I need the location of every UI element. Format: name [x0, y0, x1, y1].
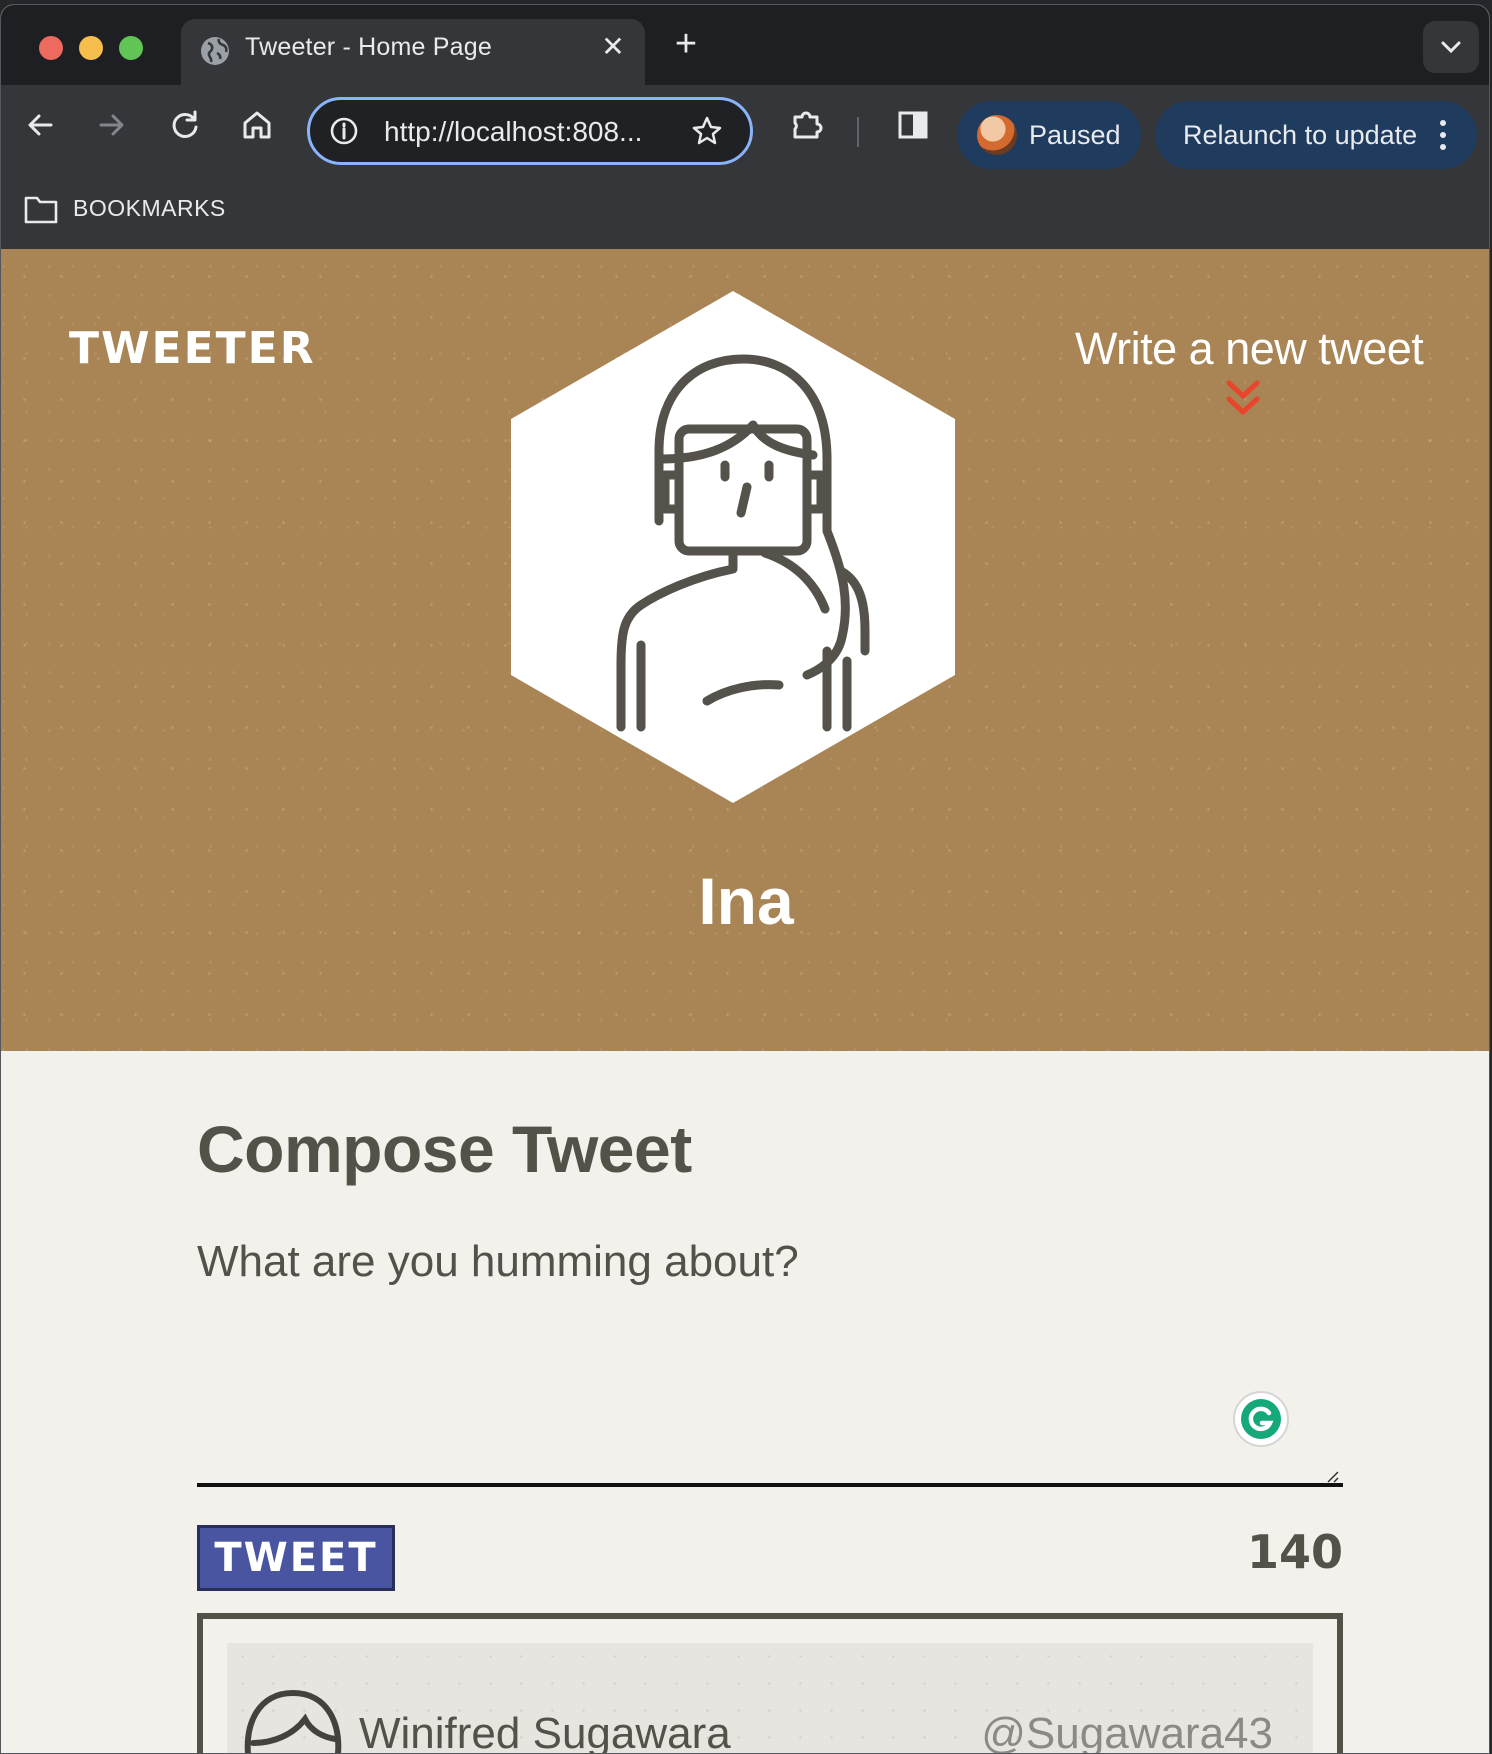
tweet-card[interactable]: Winifred Sugawara @Sugawara43: [227, 1643, 1313, 1754]
globe-icon: [201, 37, 229, 65]
tweet-feed: Winifred Sugawara @Sugawara43: [197, 1613, 1343, 1754]
tweet-author-handle: @Sugawara43: [981, 1709, 1273, 1754]
user-avatar: [511, 291, 955, 803]
write-tweet-link[interactable]: Write a new tweet: [1075, 323, 1424, 375]
user-display-name: Ina: [698, 864, 794, 938]
maximize-window-button[interactable]: [119, 36, 143, 60]
tweet-button[interactable]: TWEET: [197, 1525, 395, 1591]
folder-icon[interactable]: [23, 193, 59, 225]
chevron-down-icon: [1441, 41, 1461, 54]
info-icon[interactable]: [328, 115, 360, 147]
tweet-author-name: Winifred Sugawara: [359, 1709, 731, 1754]
tab-search-button[interactable]: [1423, 21, 1479, 73]
browser-tab[interactable]: Tweeter - Home Page ✕: [181, 19, 645, 87]
forward-icon[interactable]: [91, 105, 131, 145]
plus-icon[interactable]: +: [669, 25, 703, 63]
bookmarks-bar: BOOKMARKS: [1, 171, 1489, 251]
resize-handle[interactable]: [1325, 1469, 1339, 1483]
brand-logo[interactable]: TWEETER: [69, 323, 316, 374]
profile-button[interactable]: Paused: [957, 101, 1141, 169]
kebab-menu-icon[interactable]: [1437, 117, 1449, 153]
minimize-window-button[interactable]: [79, 36, 103, 60]
character-counter: 140: [1246, 1525, 1343, 1579]
compose-title: Compose Tweet: [197, 1112, 692, 1186]
tweet-text-input[interactable]: [197, 1237, 1343, 1487]
profile-header: TWEETER Write a new tweet Ina: [1, 249, 1489, 1051]
close-icon[interactable]: ✕: [599, 33, 627, 61]
star-icon[interactable]: [690, 114, 724, 148]
home-icon[interactable]: [237, 105, 277, 145]
profile-status: Paused: [1029, 120, 1121, 150]
browser-window: Tweeter - Home Page ✕ + http://localhost…: [0, 4, 1490, 1754]
grammarly-icon[interactable]: [1233, 1391, 1289, 1447]
relaunch-label: Relaunch to update: [1183, 120, 1418, 150]
address-bar[interactable]: http://localhost:808...: [307, 97, 753, 165]
url-text[interactable]: http://localhost:808...: [384, 116, 642, 148]
side-panel-icon[interactable]: [893, 105, 933, 145]
avatar: [977, 115, 1017, 155]
tweet-author-avatar: [244, 1689, 342, 1753]
tab-title: Tweeter - Home Page: [245, 33, 492, 61]
browser-toolbar: http://localhost:808... Paused Relaunch …: [1, 85, 1489, 171]
bookmarks-folder[interactable]: BOOKMARKS: [73, 195, 226, 222]
extensions-icon[interactable]: [787, 105, 827, 145]
toolbar-divider: [857, 117, 859, 147]
double-chevron-down-icon[interactable]: [1221, 377, 1265, 421]
tab-strip: Tweeter - Home Page ✕ +: [1, 5, 1489, 87]
relaunch-button[interactable]: Relaunch to update: [1155, 101, 1477, 169]
reload-icon[interactable]: [165, 105, 205, 145]
back-icon[interactable]: [21, 105, 61, 145]
close-window-button[interactable]: [39, 36, 63, 60]
